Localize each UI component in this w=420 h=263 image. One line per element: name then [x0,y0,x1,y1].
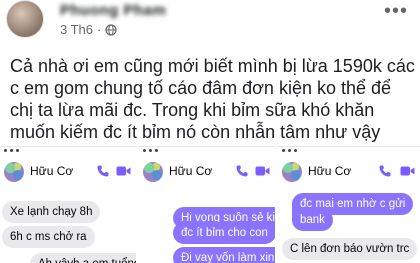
message-bubble[interactable]: C lên đơn báo vườn trc [282,238,418,260]
contact-avatar[interactable] [143,162,163,182]
chat-screenshot-1: Hữu Cơ Xe lạnh chạy 8h 6h c ms chở ra Ah… [0,146,136,263]
author-avatar[interactable] [6,0,44,38]
video-call-icon[interactable] [400,165,415,177]
meta-separator: · [97,22,102,37]
chat-screenshot-2: Hữu Cơ Hi vọng suôn sẻ kiế đc ít bỉm cho… [139,146,275,263]
globe-icon [105,23,117,36]
chat-header: Hữu Cơ [139,161,275,191]
more-options-icon[interactable]: ••• [384,1,408,21]
message-bubble[interactable]: đc ít bỉm cho con [173,222,275,244]
contact-name[interactable]: Hữu Cơ [169,164,212,178]
contact-name[interactable]: Hữu Cơ [30,164,73,178]
contact-avatar[interactable] [282,162,302,182]
status-bar [139,147,275,161]
chat-header: Hữu Cơ [0,161,136,191]
phone-call-icon[interactable] [378,164,392,178]
video-call-icon[interactable] [255,165,270,177]
message-bubble[interactable]: Xe lạnh chạy 8h [2,201,101,223]
post-body-text: Cả nhà ơi em cũng mới biết mình bị lừa 1… [10,56,415,142]
chat-header: Hữu Cơ [278,161,420,191]
chat-screenshot-3: Hữu Cơ đc mai em nhờ c gửi bank C lên đơ… [278,146,420,263]
author-name[interactable]: Phuong Pham [60,2,166,19]
status-bar [0,147,136,161]
post-meta: 3 Th6 · [60,22,117,37]
message-bubble[interactable]: Đi vay vốn làm xin lo [173,247,275,263]
message-bubble[interactable]: Ah vậyh a em tuổng [30,253,136,263]
status-bar [278,147,420,161]
contact-name[interactable]: Hữu Cơ [308,164,351,178]
post-date[interactable]: 3 Th6 [60,22,93,37]
message-bubble[interactable]: bank [292,209,333,231]
phone-call-icon[interactable] [235,164,249,178]
message-bubble[interactable]: 6h c ms chở ra [2,226,95,248]
phone-call-icon[interactable] [96,164,110,178]
contact-avatar[interactable] [4,162,24,182]
video-call-icon[interactable] [116,165,131,177]
